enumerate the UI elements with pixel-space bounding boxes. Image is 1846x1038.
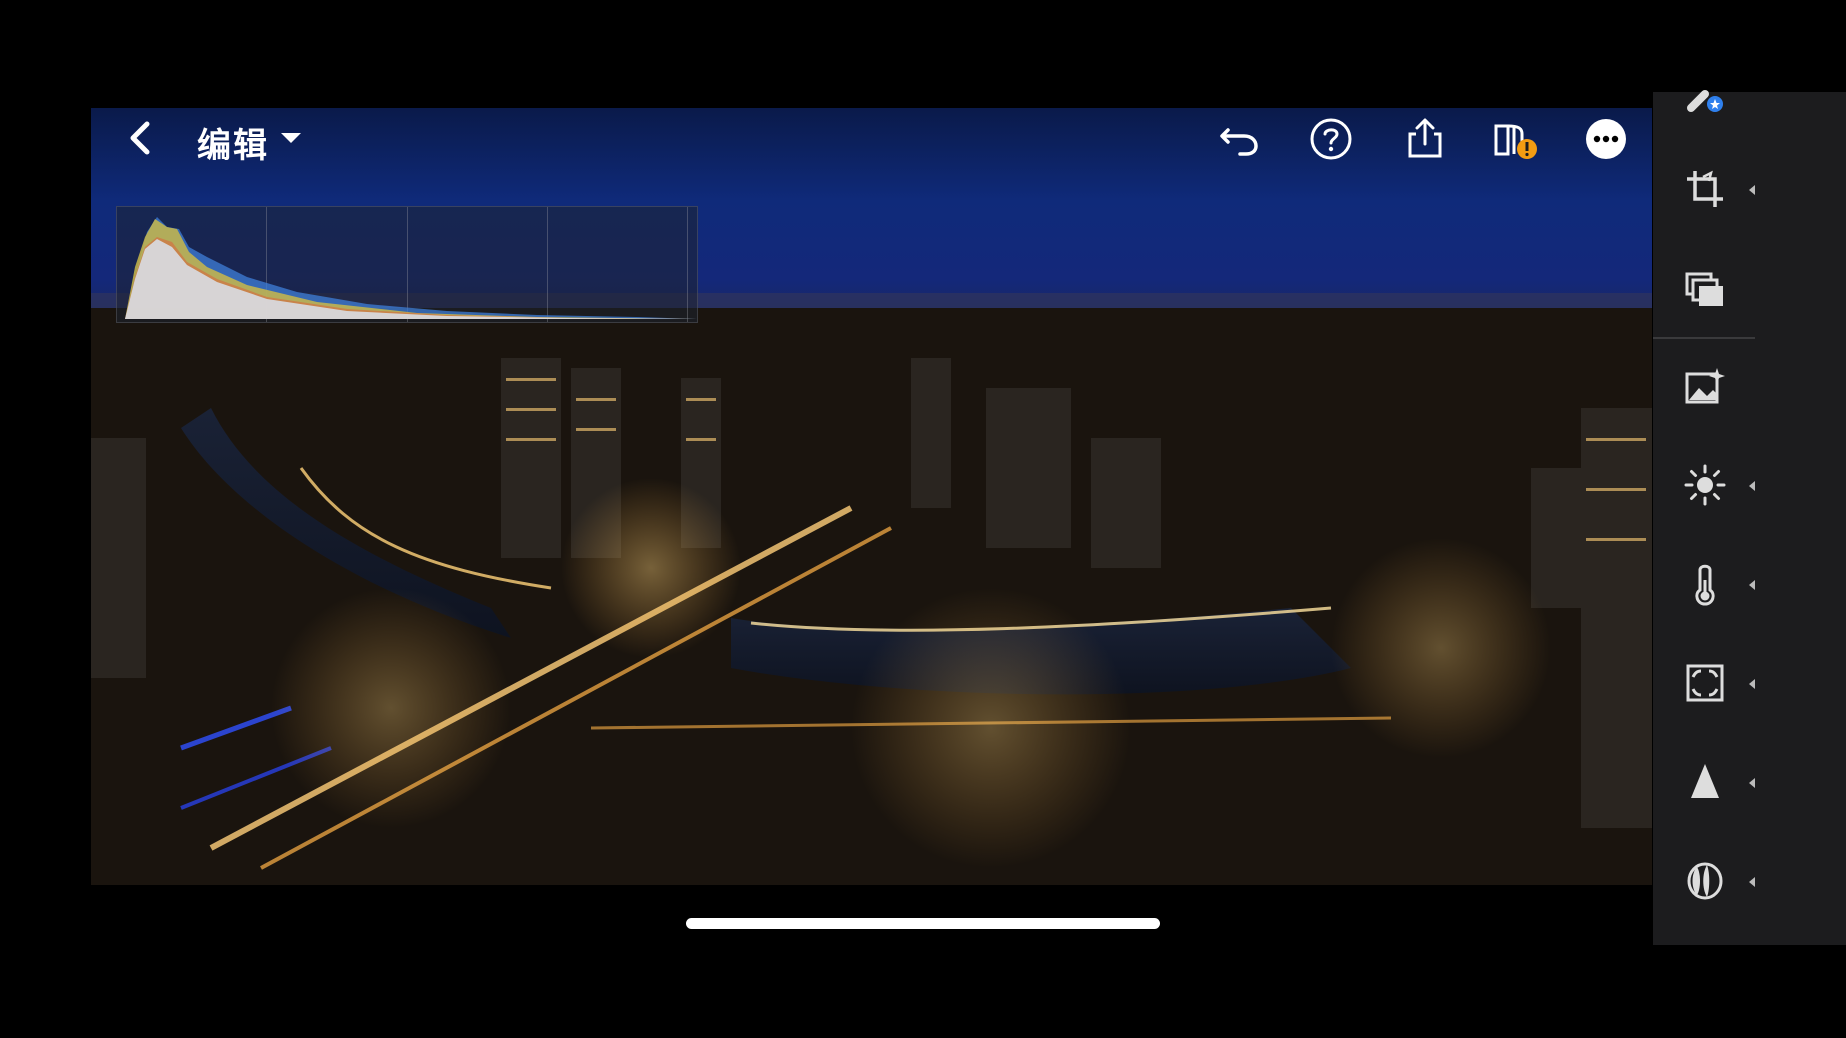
- version-warning-icon: [1494, 124, 1537, 159]
- light-icon: [1684, 464, 1726, 506]
- color-icon: [1695, 564, 1715, 606]
- undo-icon: [1220, 128, 1258, 156]
- share-icon: [1408, 118, 1442, 158]
- histogram[interactable]: [116, 206, 698, 323]
- top-toolbar: 编辑: [91, 108, 1652, 168]
- mode-title[interactable]: 编辑: [197, 118, 269, 167]
- help-button[interactable]: [1308, 116, 1354, 162]
- crop-expand-caret[interactable]: [1749, 185, 1755, 195]
- optics-button[interactable]: [1683, 859, 1727, 903]
- tool-panel: [1653, 90, 1846, 945]
- enhance-button[interactable]: [1683, 364, 1727, 408]
- detail-expand-caret[interactable]: [1749, 778, 1755, 788]
- back-button[interactable]: [121, 116, 161, 160]
- undo-button[interactable]: [1216, 116, 1262, 162]
- auto-icon: [1687, 90, 1723, 112]
- home-indicator[interactable]: [686, 918, 1160, 929]
- help-icon: [1310, 118, 1352, 160]
- effects-expand-caret[interactable]: [1749, 679, 1755, 689]
- detail-button[interactable]: [1683, 760, 1727, 804]
- chevron-left-icon: [130, 121, 150, 155]
- detail-icon: [1691, 764, 1719, 798]
- light-button[interactable]: [1683, 463, 1727, 507]
- mode-dropdown-caret[interactable]: [281, 133, 301, 143]
- presets-icon: [1685, 272, 1723, 306]
- enhance-icon: [1685, 368, 1725, 404]
- effects-icon: [1686, 664, 1724, 702]
- more-icon: [1586, 119, 1626, 159]
- light-expand-caret[interactable]: [1749, 481, 1755, 491]
- optics-expand-caret[interactable]: [1749, 877, 1755, 887]
- crop-icon: [1687, 170, 1723, 207]
- more-button[interactable]: [1583, 116, 1629, 162]
- crop-button[interactable]: [1683, 167, 1727, 211]
- histogram-graph: [125, 217, 697, 319]
- presets-button[interactable]: [1683, 266, 1727, 310]
- auto-button[interactable]: [1683, 78, 1727, 122]
- color-expand-caret[interactable]: [1749, 580, 1755, 590]
- effects-button[interactable]: [1683, 661, 1727, 705]
- panel-divider: [1653, 337, 1755, 339]
- share-button[interactable]: [1402, 116, 1448, 162]
- versions-button[interactable]: [1492, 116, 1538, 162]
- color-button[interactable]: [1683, 562, 1727, 606]
- optics-icon: [1687, 862, 1723, 900]
